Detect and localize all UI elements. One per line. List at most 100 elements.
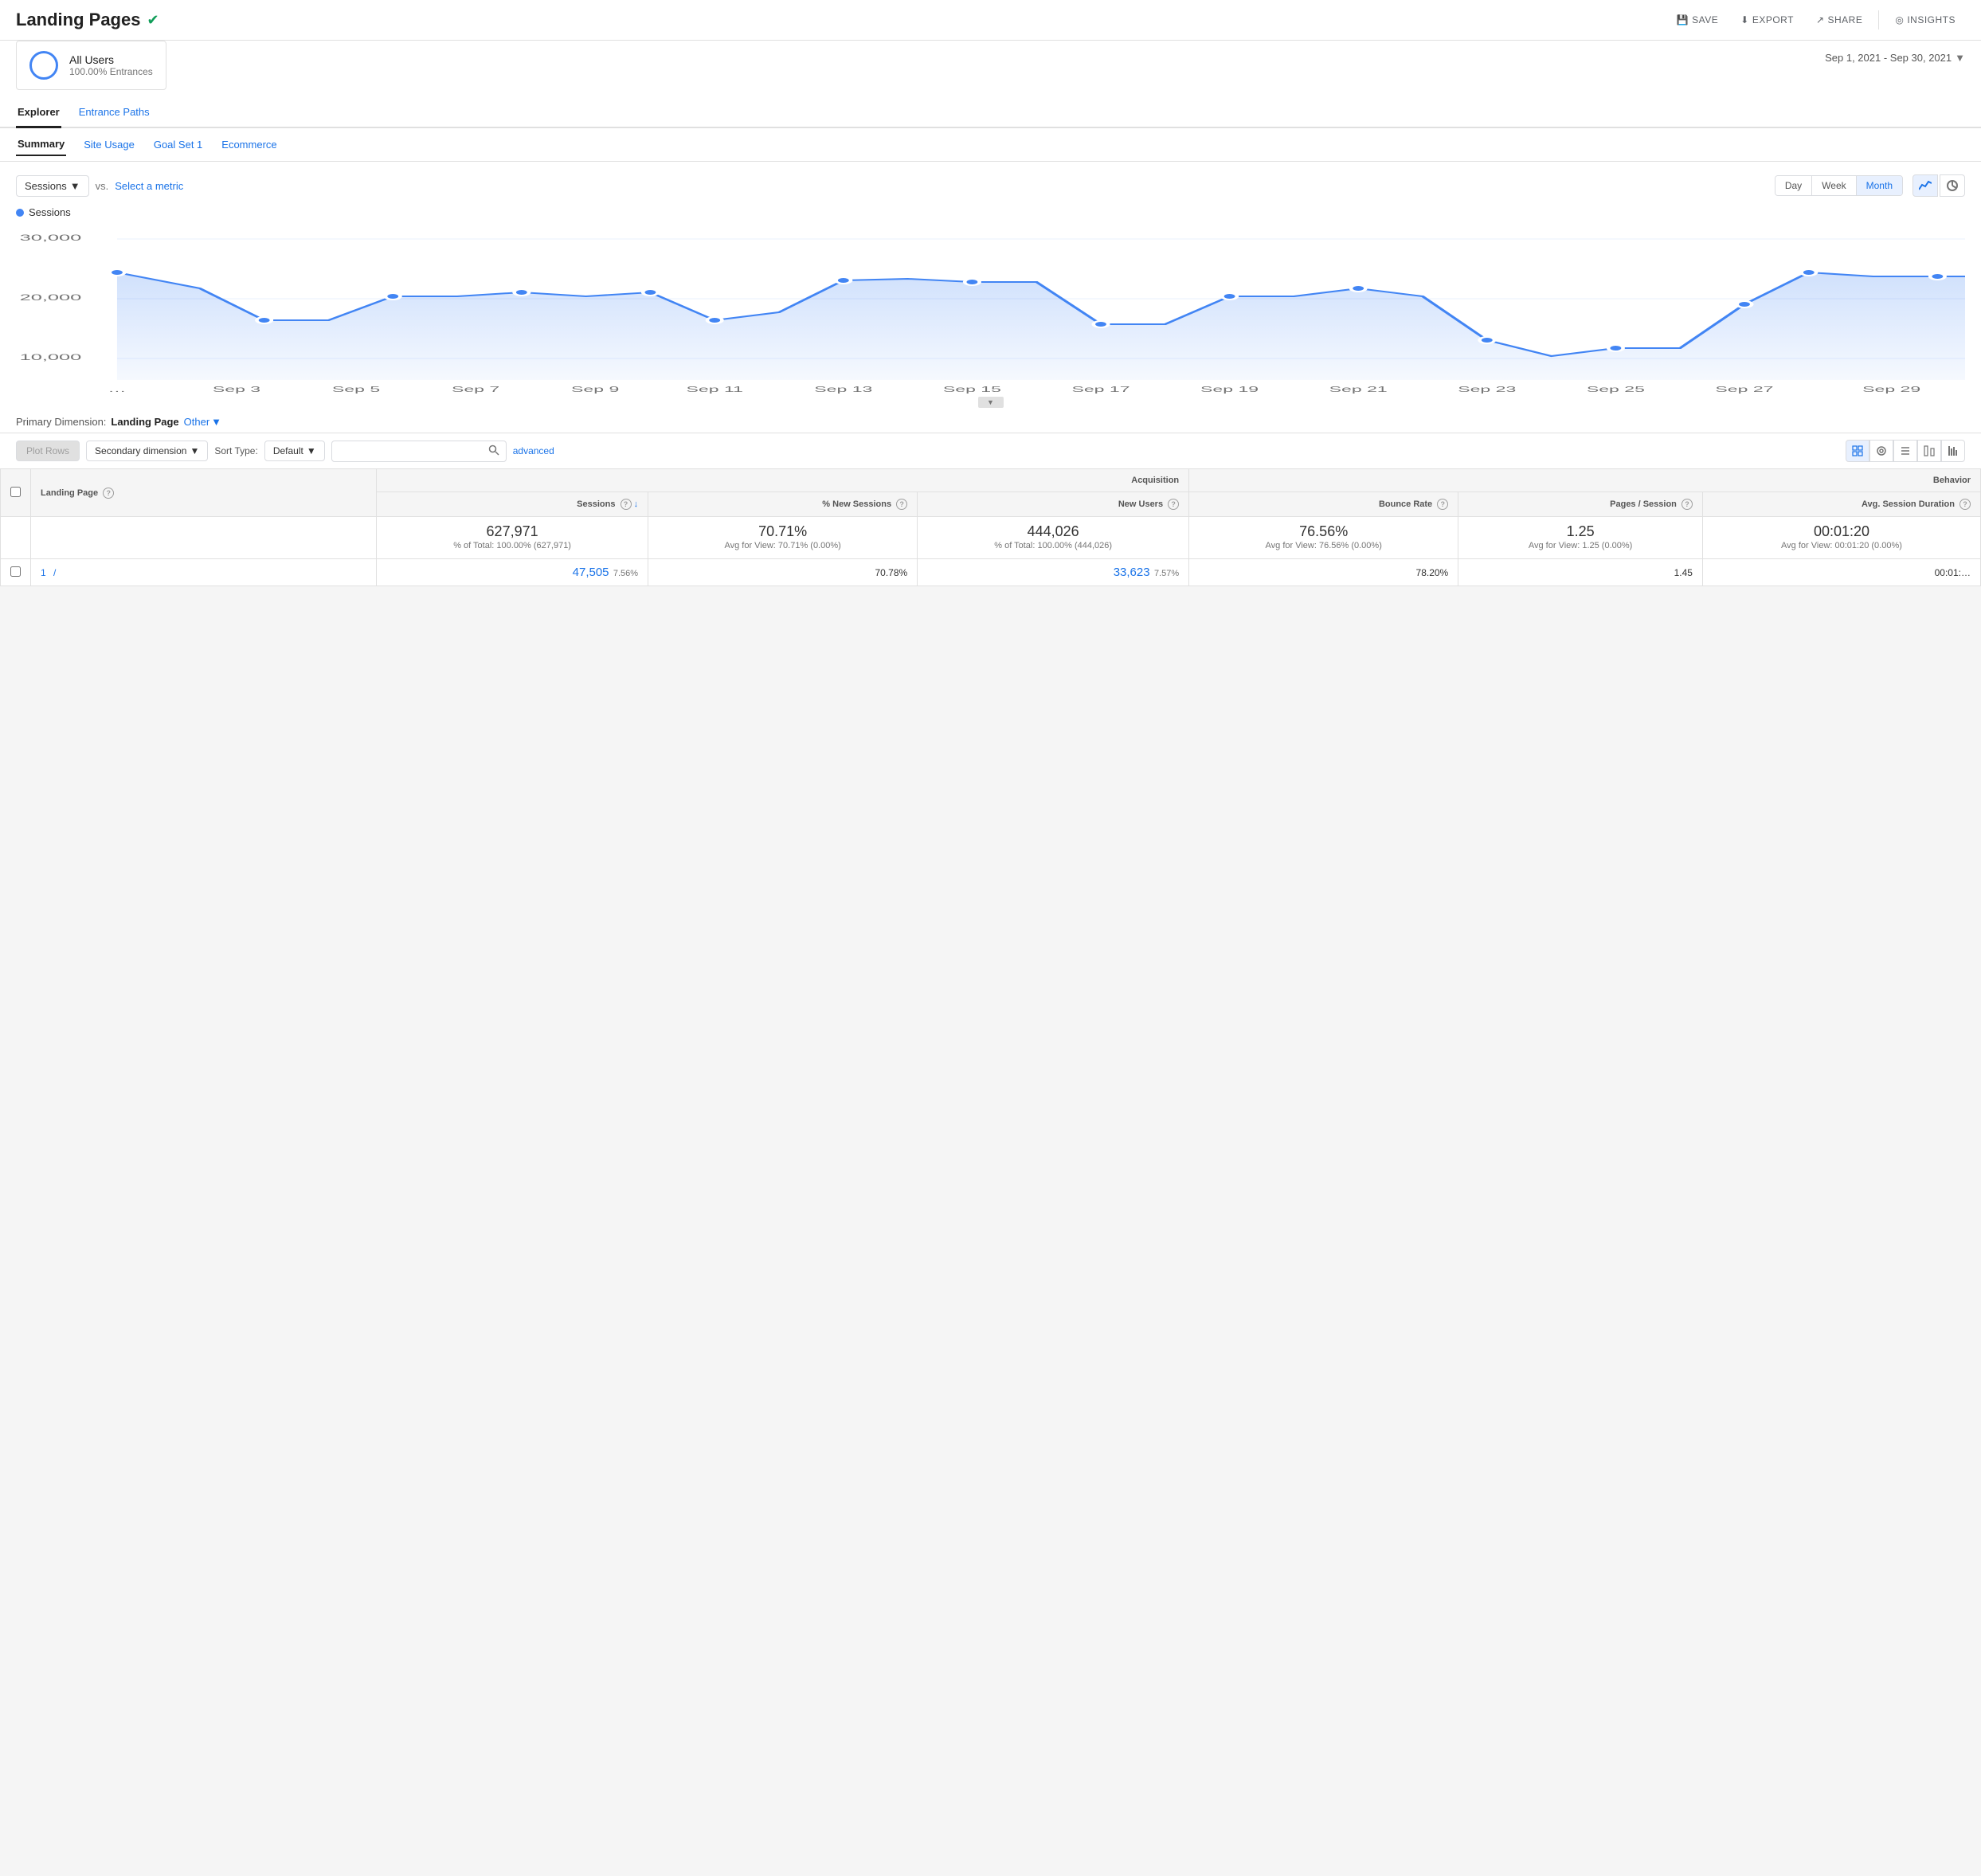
time-btn-day[interactable]: Day: [1775, 176, 1812, 195]
save-button[interactable]: 💾 SAVE: [1667, 10, 1728, 30]
svg-text:Sep 25: Sep 25: [1587, 385, 1645, 394]
date-range-arrow: ▼: [1955, 52, 1965, 64]
table-controls: Plot Rows Secondary dimension ▼ Sort Typ…: [0, 433, 1981, 468]
segment-name: All Users: [69, 53, 153, 66]
sparkline-view-btn[interactable]: [1941, 440, 1965, 462]
advanced-link[interactable]: advanced: [513, 445, 554, 456]
header-actions: 💾 SAVE ⬇ EXPORT ↗ SHARE ◎ INSIGHTS: [1667, 10, 1965, 30]
segment-icon: [29, 51, 58, 80]
date-range-label: Sep 1, 2021 - Sep 30, 2021: [1825, 52, 1952, 64]
page-url-link[interactable]: /: [53, 567, 56, 578]
metric-dropdown-arrow: ▼: [70, 180, 80, 192]
export-icon: ⬇: [1740, 14, 1749, 25]
avg-dur-help[interactable]: ?: [1959, 499, 1971, 510]
select-all-checkbox[interactable]: [10, 487, 21, 497]
time-btn-week[interactable]: Week: [1812, 176, 1856, 195]
new-users-help[interactable]: ?: [1168, 499, 1179, 510]
svg-text:Sep 13: Sep 13: [814, 385, 872, 394]
svg-text:Sep 9: Sep 9: [571, 385, 619, 394]
total-avg-duration: 00:01:20 Avg for View: 00:01:20 (0.00%): [1702, 517, 1980, 559]
share-icon: ↗: [1816, 14, 1825, 25]
chart-controls: Sessions ▼ vs. Select a metric Day Week …: [16, 174, 1965, 197]
select-metric-link[interactable]: Select a metric: [115, 180, 183, 192]
share-button[interactable]: ↗ SHARE: [1807, 10, 1872, 30]
search-button[interactable]: [488, 445, 499, 458]
secondary-dimension-dropdown[interactable]: Secondary dimension ▼: [86, 441, 208, 461]
time-button-group: Day Week Month: [1775, 175, 1903, 196]
sec-dim-arrow: ▼: [190, 445, 199, 456]
pct-new-help[interactable]: ?: [896, 499, 907, 510]
header-divider: [1878, 10, 1879, 29]
line-chart-btn[interactable]: [1912, 174, 1938, 197]
compare-view-btn[interactable]: [1917, 440, 1941, 462]
plot-rows-button[interactable]: Plot Rows: [16, 441, 80, 461]
metric-dropdown[interactable]: Sessions ▼: [16, 175, 89, 197]
svg-text:30,000: 30,000: [20, 233, 82, 242]
svg-text:Sep 19: Sep 19: [1200, 385, 1259, 394]
row-checkbox[interactable]: [10, 566, 21, 577]
bounce-rate-help[interactable]: ?: [1437, 499, 1448, 510]
landing-page-header: Landing Page ?: [31, 469, 377, 517]
list-view-btn[interactable]: [1893, 440, 1917, 462]
total-bounce-rate: 76.56% Avg for View: 76.56% (0.00%): [1189, 517, 1458, 559]
metric-selector: Sessions ▼ vs. Select a metric: [16, 175, 183, 197]
grid-view-btn[interactable]: [1846, 440, 1869, 462]
export-button[interactable]: ⬇ EXPORT: [1731, 10, 1803, 30]
chart-view-buttons: [1912, 174, 1965, 197]
chart-scroll-indicator: ▼: [16, 397, 1965, 408]
sessions-col-header[interactable]: Sessions ? ↓: [377, 492, 648, 517]
segment-info: All Users 100.00% Entrances: [69, 53, 153, 77]
save-icon: 💾: [1677, 14, 1689, 25]
row1-bounce-rate: 78.20%: [1189, 559, 1458, 586]
pages-session-help[interactable]: ?: [1682, 499, 1693, 510]
primary-dimension-row: Primary Dimension: Landing Page Other ▼: [0, 408, 1981, 433]
svg-text:Sep 27: Sep 27: [1715, 385, 1773, 394]
grid-icon: [1852, 445, 1863, 456]
data-table-wrapper: Landing Page ? Acquisition Behavior Sess…: [0, 468, 1981, 586]
search-input[interactable]: [339, 445, 488, 456]
behavior-header: Behavior: [1189, 469, 1981, 492]
sparkline-icon: [1948, 445, 1959, 456]
pie-view-btn[interactable]: [1869, 440, 1893, 462]
svg-text:Sep 21: Sep 21: [1329, 385, 1388, 394]
other-arrow: ▼: [211, 416, 221, 428]
sub-tab-ecommerce[interactable]: Ecommerce: [220, 134, 278, 155]
tab-explorer[interactable]: Explorer: [16, 98, 61, 128]
checkbox-header: [1, 469, 31, 517]
date-range-selector[interactable]: Sep 1, 2021 - Sep 30, 2021 ▼: [1825, 41, 1965, 64]
primary-dim-value: Landing Page: [111, 416, 178, 428]
row1-new-users: 33,623 7.57%: [918, 559, 1189, 586]
header-left: Landing Pages ✔: [16, 10, 159, 30]
time-btn-month[interactable]: Month: [1857, 176, 1902, 195]
list-icon: [1900, 445, 1911, 456]
sub-tab-goal-set[interactable]: Goal Set 1: [152, 134, 204, 155]
insights-button[interactable]: ◎ INSIGHTS: [1885, 10, 1965, 30]
sort-type-dropdown[interactable]: Default ▼: [264, 441, 325, 461]
row-number: 1: [41, 567, 46, 578]
vs-label: vs.: [96, 180, 109, 192]
row1-pages-session: 1.45: [1458, 559, 1703, 586]
chart-area: Sessions ▼ vs. Select a metric Day Week …: [0, 162, 1981, 408]
tab-entrance-paths[interactable]: Entrance Paths: [77, 98, 151, 128]
svg-text:Sep 7: Sep 7: [452, 385, 499, 394]
main-tabs: Explorer Entrance Paths: [0, 98, 1981, 128]
sort-arrow-sessions: ↓: [634, 499, 639, 509]
data-table: Landing Page ? Acquisition Behavior Sess…: [0, 468, 1981, 586]
sort-arrow: ▼: [307, 445, 316, 456]
sort-type-label: Sort Type:: [214, 445, 257, 456]
segment-card[interactable]: All Users 100.00% Entrances: [16, 41, 166, 90]
pie-chart-btn[interactable]: [1940, 174, 1965, 197]
total-pages-session: 1.25 Avg for View: 1.25 (0.00%): [1458, 517, 1703, 559]
sessions-help[interactable]: ?: [621, 499, 632, 510]
primary-dim-label: Primary Dimension:: [16, 416, 106, 428]
other-dropdown[interactable]: Other ▼: [184, 416, 221, 428]
landing-page-help[interactable]: ?: [103, 488, 114, 499]
sub-tab-summary[interactable]: Summary: [16, 133, 66, 156]
metric-label: Sessions: [25, 180, 67, 192]
search-icon: [488, 445, 499, 456]
donut-icon: [1876, 445, 1887, 456]
sub-tab-site-usage[interactable]: Site Usage: [82, 134, 136, 155]
svg-text:Sep 11: Sep 11: [687, 385, 744, 394]
compare-icon: [1924, 445, 1935, 456]
page-title: Landing Pages: [16, 10, 140, 30]
